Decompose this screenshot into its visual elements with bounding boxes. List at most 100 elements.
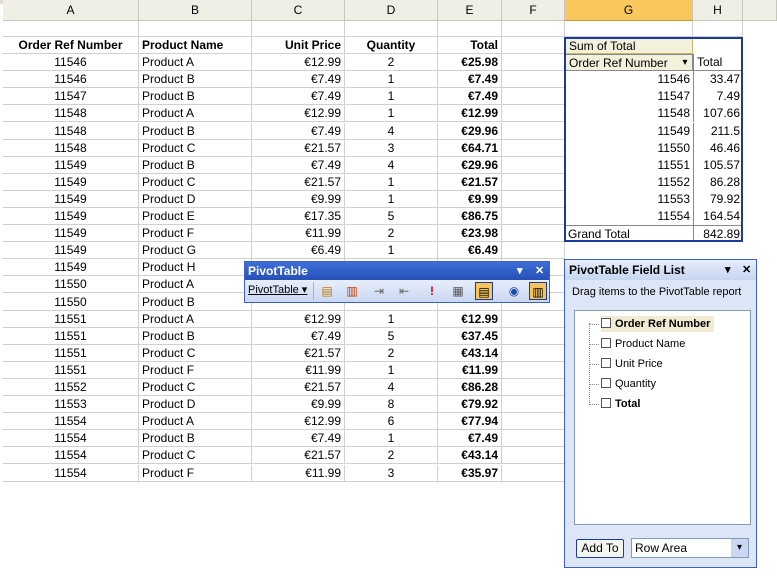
table-cell[interactable]: €7.49 (438, 71, 502, 89)
empty-cell[interactable] (502, 37, 565, 54)
table-cell[interactable]: €64.71 (438, 139, 502, 157)
empty-cell[interactable] (502, 208, 565, 225)
table-cell[interactable]: €21.57 (252, 344, 345, 362)
pivot-table-range[interactable] (564, 37, 743, 242)
table-cell[interactable]: Product G (139, 242, 252, 260)
always-display-items-icon[interactable]: ▤ (475, 282, 493, 300)
column-header-a[interactable]: A (3, 0, 139, 21)
empty-cell[interactable] (565, 21, 693, 37)
table-cell[interactable]: €12.99 (252, 310, 345, 328)
empty-cell[interactable] (502, 413, 565, 431)
table-cell[interactable]: 11546 (3, 54, 139, 72)
table-cell[interactable]: €7.49 (252, 430, 345, 448)
table-cell[interactable]: €37.45 (438, 327, 502, 345)
field-list-options-icon[interactable]: ▾ (725, 260, 731, 280)
table-cell[interactable]: €7.49 (252, 122, 345, 140)
table-cell[interactable]: 1 (345, 173, 438, 191)
empty-cell[interactable] (502, 139, 565, 157)
table-cell[interactable]: €12.99 (438, 105, 502, 123)
empty-cell[interactable] (502, 122, 565, 140)
pivottable-toolbar-title[interactable]: PivotTable ▾ ✕ (245, 262, 549, 280)
table-cell[interactable]: 11548 (3, 139, 139, 157)
area-select[interactable]: Row Area ▾ (631, 538, 749, 558)
table-cell[interactable]: 4 (345, 122, 438, 140)
table-cell[interactable]: €86.28 (438, 379, 502, 396)
empty-cell[interactable] (252, 21, 345, 37)
table-cell[interactable]: 11547 (3, 88, 139, 106)
table-cell[interactable]: 11548 (3, 105, 139, 123)
table-cell[interactable]: 11546 (3, 71, 139, 89)
table-cell[interactable]: €21.57 (252, 139, 345, 157)
field-list-close-icon[interactable]: ✕ (742, 260, 751, 280)
table-cell[interactable]: €21.57 (252, 379, 345, 396)
table-cell[interactable]: 11551 (3, 361, 139, 379)
table-cell[interactable]: €35.97 (438, 464, 502, 482)
table-cell[interactable]: 4 (345, 379, 438, 396)
empty-cell[interactable] (502, 173, 565, 191)
empty-cell[interactable] (502, 242, 565, 260)
table-cell[interactable]: €79.92 (438, 396, 502, 414)
table-cell[interactable]: €7.49 (252, 327, 345, 345)
table-cell[interactable]: Product C (139, 173, 252, 191)
table-cell[interactable]: 2 (345, 447, 438, 465)
empty-cell[interactable] (3, 21, 139, 37)
table-cell[interactable]: 2 (345, 225, 438, 243)
table-cell[interactable]: 11551 (3, 310, 139, 328)
table-cell[interactable]: €21.57 (438, 173, 502, 191)
empty-cell[interactable] (502, 344, 565, 362)
empty-cell[interactable] (438, 21, 502, 37)
table-cell[interactable]: Product A (139, 310, 252, 328)
table-cell[interactable]: €6.49 (252, 242, 345, 260)
empty-cell[interactable] (502, 88, 565, 106)
table-cell[interactable]: 11554 (3, 430, 139, 448)
table-cell[interactable]: Product H (139, 259, 252, 277)
empty-cell[interactable] (502, 105, 565, 123)
table-cell[interactable]: €21.57 (252, 447, 345, 465)
table-cell[interactable]: 4 (345, 156, 438, 174)
table-cell[interactable]: 11554 (3, 464, 139, 482)
refresh-data-icon[interactable]: ! (423, 282, 441, 300)
empty-cell[interactable] (345, 21, 438, 37)
table-cell[interactable]: Product D (139, 396, 252, 414)
table-cell[interactable]: €12.99 (252, 105, 345, 123)
table-cell[interactable]: 11554 (3, 447, 139, 465)
table-cell[interactable]: 1 (345, 105, 438, 123)
table-cell[interactable]: 1 (345, 310, 438, 328)
column-header-f[interactable]: F (502, 0, 565, 21)
table-cell[interactable]: 8 (345, 396, 438, 414)
pivottable-menu-button[interactable]: PivotTable ▾ (248, 283, 307, 296)
format-report-icon[interactable]: ▤ (318, 282, 336, 300)
empty-cell[interactable] (502, 71, 565, 89)
table-cell[interactable]: €12.99 (252, 54, 345, 72)
empty-cell[interactable] (693, 21, 743, 37)
table-cell[interactable]: 5 (345, 208, 438, 225)
empty-cell[interactable] (502, 327, 565, 345)
table-cell[interactable]: Product B (139, 327, 252, 345)
table-cell[interactable]: €9.99 (438, 190, 502, 208)
pivottable-toolbar[interactable]: PivotTable ▾ ✕ PivotTable ▾ ▤ ▥ ⇥ ⇤ ! ▦ … (244, 261, 550, 303)
table-cell[interactable]: €9.99 (252, 396, 345, 414)
table-cell[interactable]: €12.99 (252, 413, 345, 431)
empty-cell[interactable] (502, 190, 565, 208)
table-cell[interactable]: 1 (345, 190, 438, 208)
chevron-down-icon[interactable]: ▾ (731, 539, 748, 557)
column-header-g[interactable]: G (565, 0, 693, 21)
table-cell[interactable]: €25.98 (438, 54, 502, 72)
empty-cell[interactable] (502, 310, 565, 328)
empty-cell[interactable] (502, 396, 565, 414)
table-cell[interactable]: €11.99 (252, 225, 345, 243)
table-cell[interactable]: €12.99 (438, 310, 502, 328)
table-cell[interactable]: 3 (345, 139, 438, 157)
column-header-d[interactable]: D (345, 0, 438, 21)
table-cell[interactable]: 11550 (3, 276, 139, 294)
table-cell[interactable]: Product C (139, 344, 252, 362)
table-cell[interactable]: 2 (345, 344, 438, 362)
table-cell[interactable]: Product B (139, 122, 252, 140)
table-cell[interactable]: €29.96 (438, 122, 502, 140)
table-cell[interactable]: 11549 (3, 190, 139, 208)
table-cell[interactable]: 11552 (3, 379, 139, 396)
table-cell[interactable]: 11554 (3, 413, 139, 431)
table-cell[interactable]: €17.35 (252, 208, 345, 225)
field-list-titlebar[interactable]: PivotTable Field List ▾ ✕ (565, 260, 756, 280)
table-cell[interactable]: €86.75 (438, 208, 502, 225)
